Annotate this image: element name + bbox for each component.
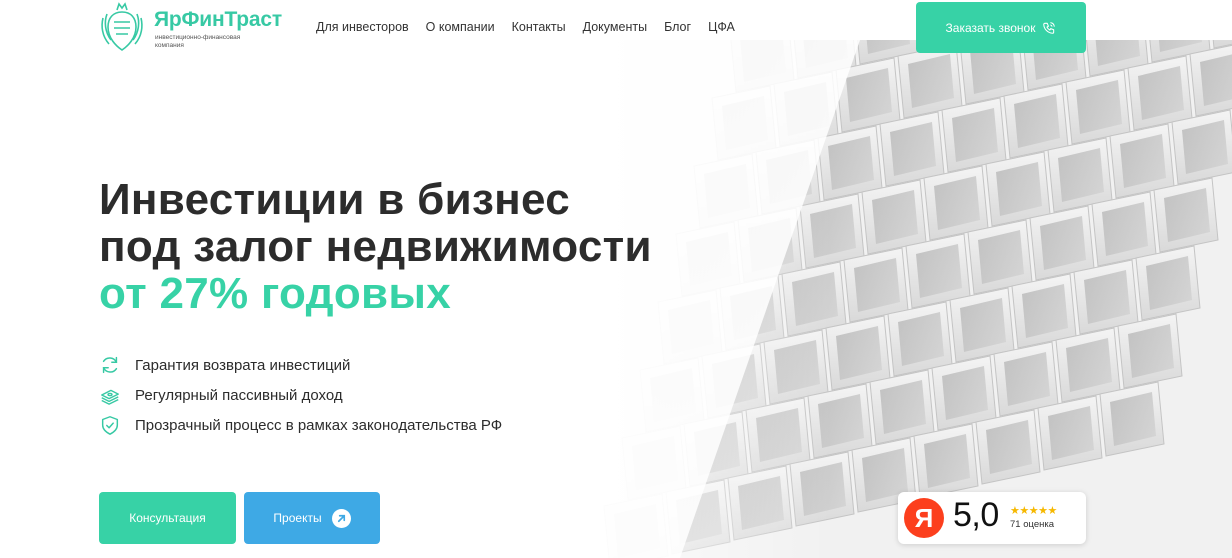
phone-icon: [1043, 21, 1056, 34]
nav-item-contacts[interactable]: Контакты: [512, 20, 566, 34]
nav-item-documents[interactable]: Документы: [583, 20, 647, 34]
hero-title: Инвестиции в бизнес под залог недвижимос…: [99, 176, 652, 317]
brand-subtitle: инвестиционно-финансовая компания: [155, 34, 241, 49]
hero-title-line-1: Инвестиции в бизнес: [99, 175, 571, 224]
main-nav: Для инвесторов О компании Контакты Докум…: [316, 20, 735, 34]
feature-item: Регулярный пассивный доход: [99, 380, 502, 410]
consultation-label: Консультация: [129, 511, 206, 525]
rating-score: 5,0: [953, 496, 999, 534]
brand-name: ЯрФинТраст: [154, 8, 282, 31]
feature-text: Гарантия возврата инвестиций: [135, 356, 351, 374]
feature-list: Гарантия возврата инвестиций Регулярный …: [99, 350, 502, 440]
nav-item-about[interactable]: О компании: [426, 20, 495, 34]
feature-item: Гарантия возврата инвестиций: [99, 350, 502, 380]
feature-text: Прозрачный процесс в рамках законодатель…: [135, 416, 503, 434]
shield-check-icon: [99, 414, 121, 436]
hero-title-line-2: под залог недвижимости: [99, 222, 652, 271]
arrow-up-right-icon: [331, 508, 351, 528]
rating-count: 71 оценка: [1010, 519, 1055, 530]
brand-logo[interactable]: ЯрФинТраст инвестиционно-финансовая комп…: [99, 0, 282, 54]
hero-title-accent: от 27% годовых: [99, 269, 451, 318]
nav-item-investors[interactable]: Для инвесторов: [316, 20, 409, 34]
projects-label: Проекты: [273, 511, 322, 525]
nav-item-cfa[interactable]: ЦФА: [708, 20, 735, 34]
consultation-button[interactable]: Консультация: [99, 492, 236, 544]
projects-button[interactable]: Проекты: [244, 492, 380, 544]
refresh-icon: [99, 354, 121, 376]
money-stack-icon: [99, 384, 121, 406]
logo-emblem-icon: [101, 2, 143, 51]
request-call-button[interactable]: Заказать звонок: [916, 2, 1086, 53]
nav-item-blog[interactable]: Блог: [664, 20, 691, 34]
site-header: ЯрФинТраст инвестиционно-финансовая комп…: [0, 0, 1232, 60]
feature-item: Прозрачный процесс в рамках законодатель…: [99, 410, 502, 440]
yandex-rating-badge[interactable]: Я 5,0 ★★★★★ 71 оценка: [898, 492, 1086, 544]
request-call-label: Заказать звонок: [945, 20, 1036, 35]
feature-text: Регулярный пассивный доход: [135, 386, 343, 404]
rating-stars-icon: ★★★★★: [1010, 505, 1057, 517]
yandex-logo-icon: Я: [904, 498, 944, 538]
